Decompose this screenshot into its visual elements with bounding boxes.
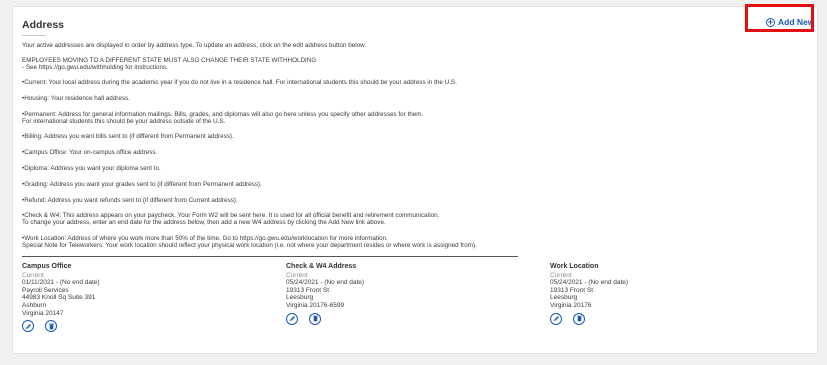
edit-address-button[interactable] [22, 320, 34, 333]
address-line: Ashburn [22, 301, 47, 309]
address-heading: Campus Office [22, 263, 72, 270]
address-line: Leesburg [286, 294, 314, 302]
withholding-link: - See https://go.gwu.edu/withholding for… [22, 64, 168, 71]
check-w4-desc-2: To change your address, enter an end dat… [22, 219, 386, 226]
campus-office-desc: •Campus Office: Your on-campus office ad… [22, 149, 158, 156]
trash-icon [312, 315, 318, 322]
address-heading: Work Location [550, 263, 599, 270]
address-card: Address + Add New Your active addresses … [12, 6, 818, 354]
title-underline [22, 35, 46, 36]
address-line: 19313 Front St [286, 286, 329, 294]
address-check-w4: Check & W4 Address Current 05/24/2021 - … [286, 263, 364, 325]
intro-text: Your active addresses are displayed in o… [22, 42, 367, 49]
pencil-icon [553, 316, 559, 322]
edit-address-button[interactable] [550, 312, 562, 325]
diploma-desc: •Diploma: Address you want your diploma … [22, 165, 161, 172]
address-work-location: Work Location Current 05/24/2021 - (No e… [550, 263, 628, 325]
address-dates: 05/24/2021 - (No end date) [286, 279, 365, 287]
address-status: Current [550, 271, 572, 279]
pencil-icon [289, 316, 295, 322]
trash-icon [576, 315, 582, 322]
add-new-button[interactable]: + Add New [766, 17, 814, 27]
delete-address-button[interactable] [573, 312, 585, 325]
delete-address-button[interactable] [45, 320, 57, 333]
billing-desc: •Billing: Address you want bills sent to… [22, 133, 234, 140]
plus-circle-icon: + [766, 16, 775, 27]
refund-desc: •Refund: Address you want refunds sent t… [22, 197, 238, 204]
housing-desc: •Housing: Your residence hall address. [22, 95, 130, 102]
add-new-label: Add New [778, 17, 815, 27]
section-divider [22, 256, 518, 257]
grading-desc: •Grading: Address you want your grades s… [22, 181, 262, 188]
delete-address-button[interactable] [309, 312, 321, 325]
address-status: Current [286, 271, 308, 279]
address-line: 44983 Knoll Sq Suite 391 [22, 294, 96, 302]
current-desc: •Current: Your local address during the … [22, 79, 457, 86]
address-line: Payroll Services [22, 286, 69, 294]
address-line: 19313 Front St [550, 286, 593, 294]
teleworker-note: Special Note for Teleworkers: Your work … [22, 242, 477, 249]
permanent-desc-2: For international students this should b… [22, 118, 226, 125]
address-line: Virginia 20176 [550, 301, 592, 309]
address-status: Current [22, 271, 44, 279]
page-title: Address [22, 19, 65, 31]
pencil-icon [25, 323, 31, 329]
address-campus-office: Campus Office Current 01/11/2021 - (No e… [22, 263, 100, 333]
address-dates: 05/24/2021 - (No end date) [550, 279, 629, 287]
address-dates: 01/11/2021 - (No end date) [22, 279, 100, 287]
address-line: Virginia 20147 [22, 309, 64, 317]
edit-address-button[interactable] [286, 312, 298, 325]
address-heading: Check & W4 Address [286, 263, 357, 270]
address-line: Leesburg [550, 294, 578, 302]
address-line: Virginia 20176-6599 [286, 301, 345, 309]
trash-icon [48, 323, 54, 329]
